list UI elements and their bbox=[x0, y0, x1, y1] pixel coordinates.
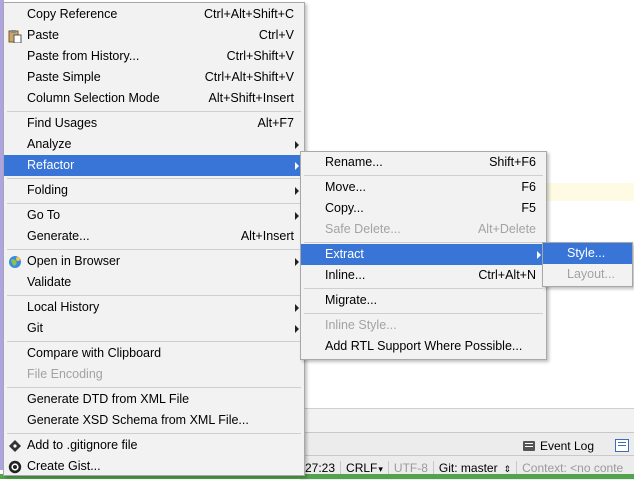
menu-item-find-usages[interactable]: Find Usages Alt+F7 bbox=[4, 113, 304, 134]
menu-item-paste-simple[interactable]: Paste Simple Ctrl+Alt+Shift+V bbox=[4, 67, 304, 88]
encoding-widget[interactable]: UTF-8 bbox=[389, 461, 434, 475]
menu-item-inline[interactable]: Inline... Ctrl+Alt+N bbox=[301, 265, 546, 286]
menu-item-rename[interactable]: Rename... Shift+F6 bbox=[301, 152, 546, 173]
menu-item-folding[interactable]: Folding bbox=[4, 180, 304, 201]
caret-position[interactable]: 27:23 bbox=[300, 461, 342, 475]
line-separator-widget[interactable]: CRLF▾ bbox=[341, 461, 389, 475]
menu-item-column-selection-mode[interactable]: Column Selection Mode Alt+Shift+Insert bbox=[4, 88, 304, 109]
menu-item-file-encoding: File Encoding bbox=[27, 367, 103, 381]
menu-separator bbox=[304, 288, 543, 289]
extract-submenu: Style... Layout... bbox=[542, 242, 633, 287]
submenu-arrow-icon bbox=[295, 187, 299, 195]
menu-separator bbox=[7, 433, 301, 434]
clipboard-paste-icon bbox=[8, 29, 22, 44]
menu-item-generate[interactable]: Generate... Alt+Insert bbox=[4, 226, 304, 247]
editor-context-menu: Copy Reference Ctrl+Alt+Shift+C Paste Ct… bbox=[3, 2, 305, 476]
submenu-arrow-icon bbox=[295, 304, 299, 312]
menu-separator bbox=[7, 295, 301, 296]
menu-separator bbox=[7, 341, 301, 342]
menu-item-analyze[interactable]: Analyze bbox=[4, 134, 304, 155]
menu-item-create-gist[interactable]: Create Gist... bbox=[4, 456, 304, 477]
menu-item-extract[interactable]: Extract bbox=[301, 244, 546, 265]
git-diamond-icon bbox=[8, 439, 22, 453]
toggle-panel-icon[interactable] bbox=[615, 439, 629, 452]
menu-item-add-to-gitignore[interactable]: Add to .gitignore file bbox=[4, 435, 304, 456]
tool-window-bar: Event Log bbox=[300, 432, 634, 456]
toolwindow-splitter[interactable] bbox=[300, 408, 634, 433]
menu-item-move[interactable]: Move... F6 bbox=[301, 177, 546, 198]
menu-separator bbox=[7, 249, 301, 250]
menu-separator bbox=[7, 387, 301, 388]
updown-chevron-icon: ⇕ bbox=[503, 464, 512, 474]
globe-icon bbox=[8, 255, 22, 269]
menu-separator bbox=[304, 313, 543, 314]
menu-item-refactor[interactable]: Refactor bbox=[4, 155, 304, 176]
submenu-arrow-icon bbox=[295, 212, 299, 220]
caret-line-highlight bbox=[546, 183, 634, 201]
event-log-label: Event Log bbox=[539, 439, 594, 453]
menu-item-add-rtl-support[interactable]: Add RTL Support Where Possible... bbox=[301, 336, 546, 357]
menu-item-local-history[interactable]: Local History bbox=[4, 297, 304, 318]
menu-item-migrate[interactable]: Migrate... bbox=[301, 290, 546, 311]
menu-item-layout: Layout... bbox=[567, 267, 615, 281]
submenu-arrow-icon bbox=[295, 325, 299, 333]
menu-item-safe-delete: Safe Delete... Alt+Delete bbox=[325, 222, 536, 236]
menu-separator bbox=[7, 203, 301, 204]
menu-item-compare-with-clipboard[interactable]: Compare with Clipboard bbox=[4, 343, 304, 364]
chevron-down-icon: ▾ bbox=[378, 464, 383, 474]
vcs-branch-widget[interactable]: Git: master ⇕ bbox=[434, 461, 518, 475]
menu-item-paste[interactable]: Paste Ctrl+V bbox=[4, 25, 304, 46]
menu-item-paste-from-history[interactable]: Paste from History... Ctrl+Shift+V bbox=[4, 46, 304, 67]
menu-item-generate-dtd[interactable]: Generate DTD from XML File bbox=[4, 389, 304, 410]
menu-item-copy-reference[interactable]: Copy Reference Ctrl+Alt+Shift+C bbox=[4, 4, 304, 25]
menu-item-git[interactable]: Git bbox=[4, 318, 304, 339]
submenu-arrow-icon bbox=[295, 162, 299, 170]
submenu-arrow-icon bbox=[295, 141, 299, 149]
menu-item-go-to[interactable]: Go To bbox=[4, 205, 304, 226]
event-log-button[interactable]: Event Log bbox=[522, 439, 594, 453]
menu-item-style[interactable]: Style... bbox=[543, 243, 632, 264]
menu-item-validate[interactable]: Validate bbox=[4, 272, 304, 293]
submenu-arrow-icon bbox=[295, 258, 299, 266]
submenu-arrow-icon bbox=[537, 251, 541, 259]
menu-separator bbox=[7, 111, 301, 112]
context-widget[interactable]: Context: <no conte bbox=[517, 461, 628, 475]
menu-item-copy[interactable]: Copy... F5 bbox=[301, 198, 546, 219]
github-octocat-icon bbox=[8, 460, 22, 474]
event-log-icon bbox=[522, 441, 535, 451]
menu-item-generate-xsd[interactable]: Generate XSD Schema from XML File... bbox=[4, 410, 304, 431]
menu-item-open-in-browser[interactable]: Open in Browser bbox=[4, 251, 304, 272]
menu-separator bbox=[7, 178, 301, 179]
menu-item-inline-style: Inline Style... bbox=[325, 318, 397, 332]
menu-separator bbox=[304, 175, 543, 176]
menu-separator bbox=[304, 242, 543, 243]
refactor-submenu: Rename... Shift+F6 Move... F6 Copy... F5… bbox=[300, 151, 547, 360]
